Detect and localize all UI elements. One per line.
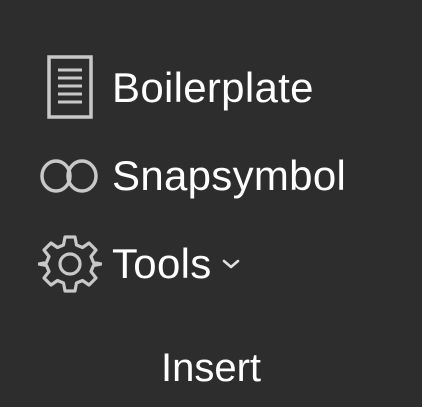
tools-label: Tools bbox=[112, 240, 212, 287]
snapsymbol-label: Snapsymbol bbox=[112, 152, 347, 199]
snapsymbol-button[interactable]: Snapsymbol bbox=[36, 140, 358, 212]
tools-dropdown-button[interactable]: Tools bbox=[36, 228, 252, 300]
chevron-down-icon bbox=[222, 243, 240, 285]
group-label: Insert bbox=[160, 346, 262, 390]
boilerplate-label: Boilerplate bbox=[112, 64, 314, 111]
document-icon bbox=[36, 54, 104, 122]
boilerplate-button[interactable]: Boilerplate bbox=[36, 52, 326, 124]
gear-icon bbox=[36, 230, 104, 298]
ribbon-group-insert: Boilerplate Snapsymbol Tools Insert bbox=[0, 0, 422, 407]
snapsymbol-icon bbox=[36, 142, 104, 210]
